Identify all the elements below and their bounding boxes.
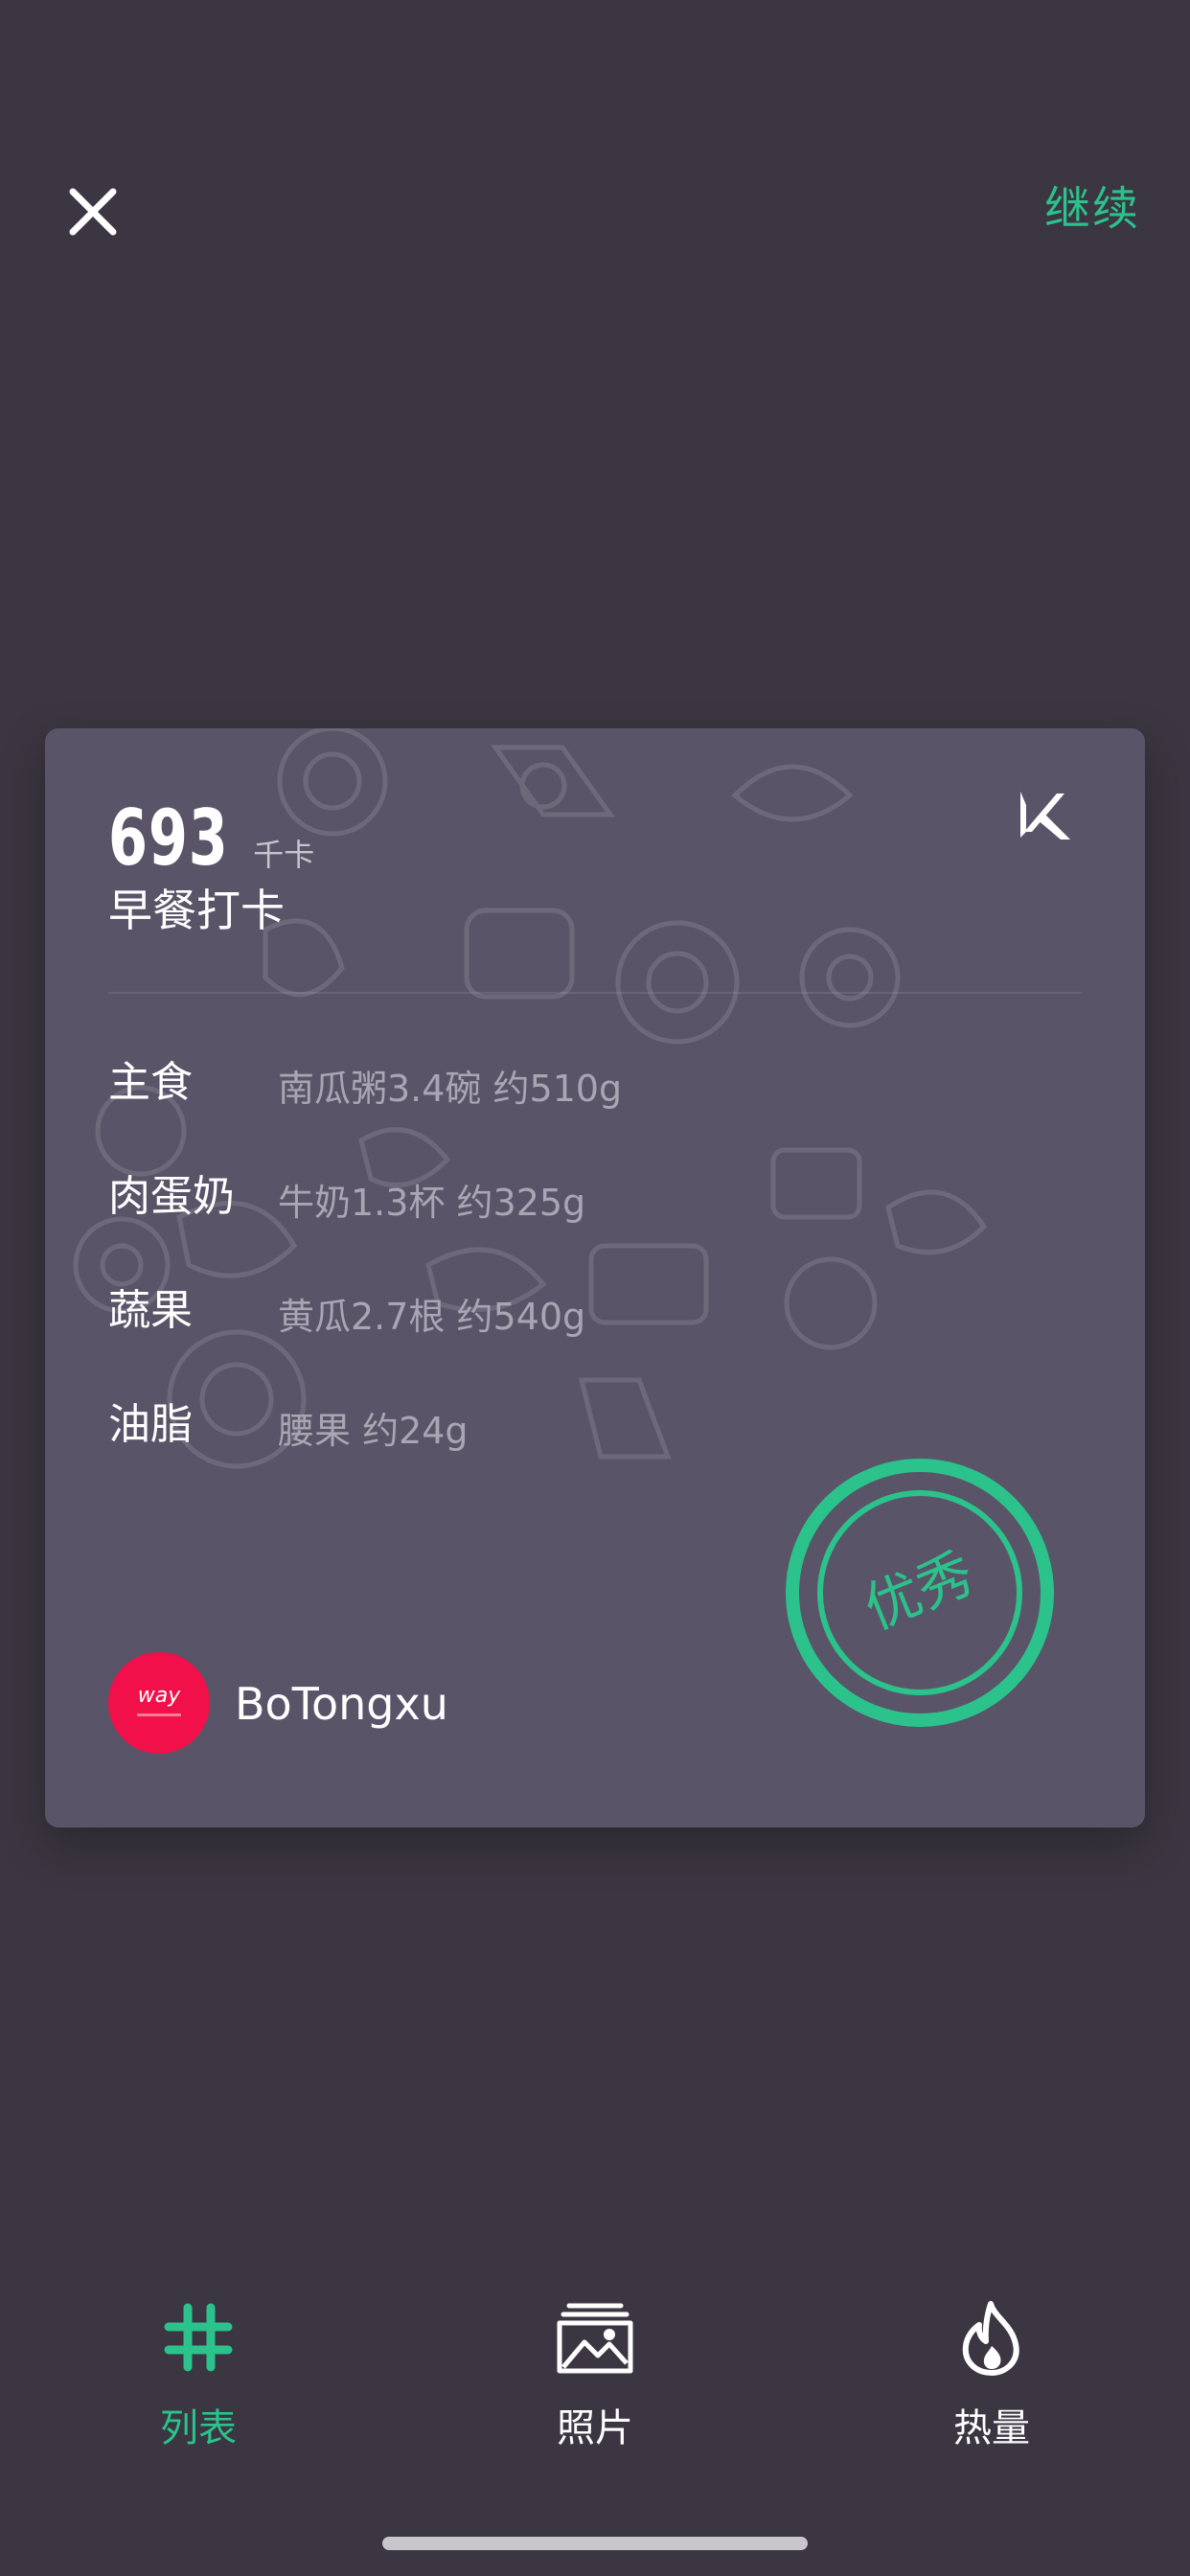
close-button[interactable] bbox=[59, 178, 126, 245]
calorie-total: 693 千卡 bbox=[108, 778, 314, 884]
continue-button[interactable]: 继续 bbox=[1044, 178, 1140, 240]
home-indicator[interactable] bbox=[382, 2537, 808, 2550]
calorie-unit: 千卡 bbox=[253, 837, 315, 873]
food-list: 主食 南瓜粥3.4碗 约510g 肉蛋奶 牛奶1.3杯 约325g 蔬果 黄瓜2… bbox=[108, 1054, 971, 1510]
food-detail: 腰果 约24g bbox=[278, 1410, 469, 1452]
food-row-protein: 肉蛋奶 牛奶1.3杯 约325g bbox=[108, 1168, 971, 1282]
food-row-vegetables: 蔬果 黄瓜2.7根 约540g bbox=[108, 1282, 971, 1396]
tab-list[interactable]: 列表 bbox=[74, 2281, 323, 2482]
food-row-staple: 主食 南瓜粥3.4碗 约510g bbox=[108, 1054, 971, 1168]
food-detail: 南瓜粥3.4碗 约510g bbox=[278, 1068, 623, 1110]
share-card: 693 千卡 早餐打卡 主食 南瓜粥3.4碗 约510g 肉蛋奶 牛奶1.3杯 … bbox=[45, 728, 1145, 1828]
tab-label: 热量 bbox=[953, 2406, 1030, 2450]
bottom-tab-bar: 列表 照片 热量 bbox=[0, 2281, 1190, 2482]
avatar-text: way bbox=[137, 1684, 181, 1708]
food-category-label: 肉蛋奶 bbox=[108, 1172, 235, 1221]
food-category-label: 主食 bbox=[108, 1058, 193, 1107]
tab-calories[interactable]: 热量 bbox=[867, 2281, 1116, 2482]
close-icon bbox=[69, 188, 117, 236]
tab-photos[interactable]: 照片 bbox=[470, 2281, 720, 2482]
avatar[interactable]: way bbox=[108, 1652, 210, 1754]
keep-k-logo-icon bbox=[1020, 792, 1070, 840]
avatar-subline bbox=[137, 1714, 181, 1716]
username: BoTongxu bbox=[235, 1678, 448, 1730]
food-category-label: 蔬果 bbox=[108, 1286, 193, 1335]
tab-label: 列表 bbox=[160, 2406, 237, 2450]
flame-icon bbox=[962, 2301, 1019, 2376]
food-detail: 黄瓜2.7根 约540g bbox=[278, 1296, 586, 1338]
rating-stamp: 优秀 bbox=[786, 1459, 1054, 1727]
calorie-value: 693 bbox=[108, 794, 229, 883]
food-detail: 牛奶1.3杯 约325g bbox=[278, 1182, 586, 1224]
food-category-label: 油脂 bbox=[108, 1400, 193, 1449]
hashtag-icon bbox=[164, 2303, 233, 2372]
divider bbox=[108, 992, 1082, 994]
meal-title: 早餐打卡 bbox=[108, 885, 285, 936]
stamp-text: 优秀 bbox=[856, 1540, 983, 1643]
image-icon bbox=[557, 2303, 633, 2374]
tab-label: 照片 bbox=[557, 2406, 633, 2450]
